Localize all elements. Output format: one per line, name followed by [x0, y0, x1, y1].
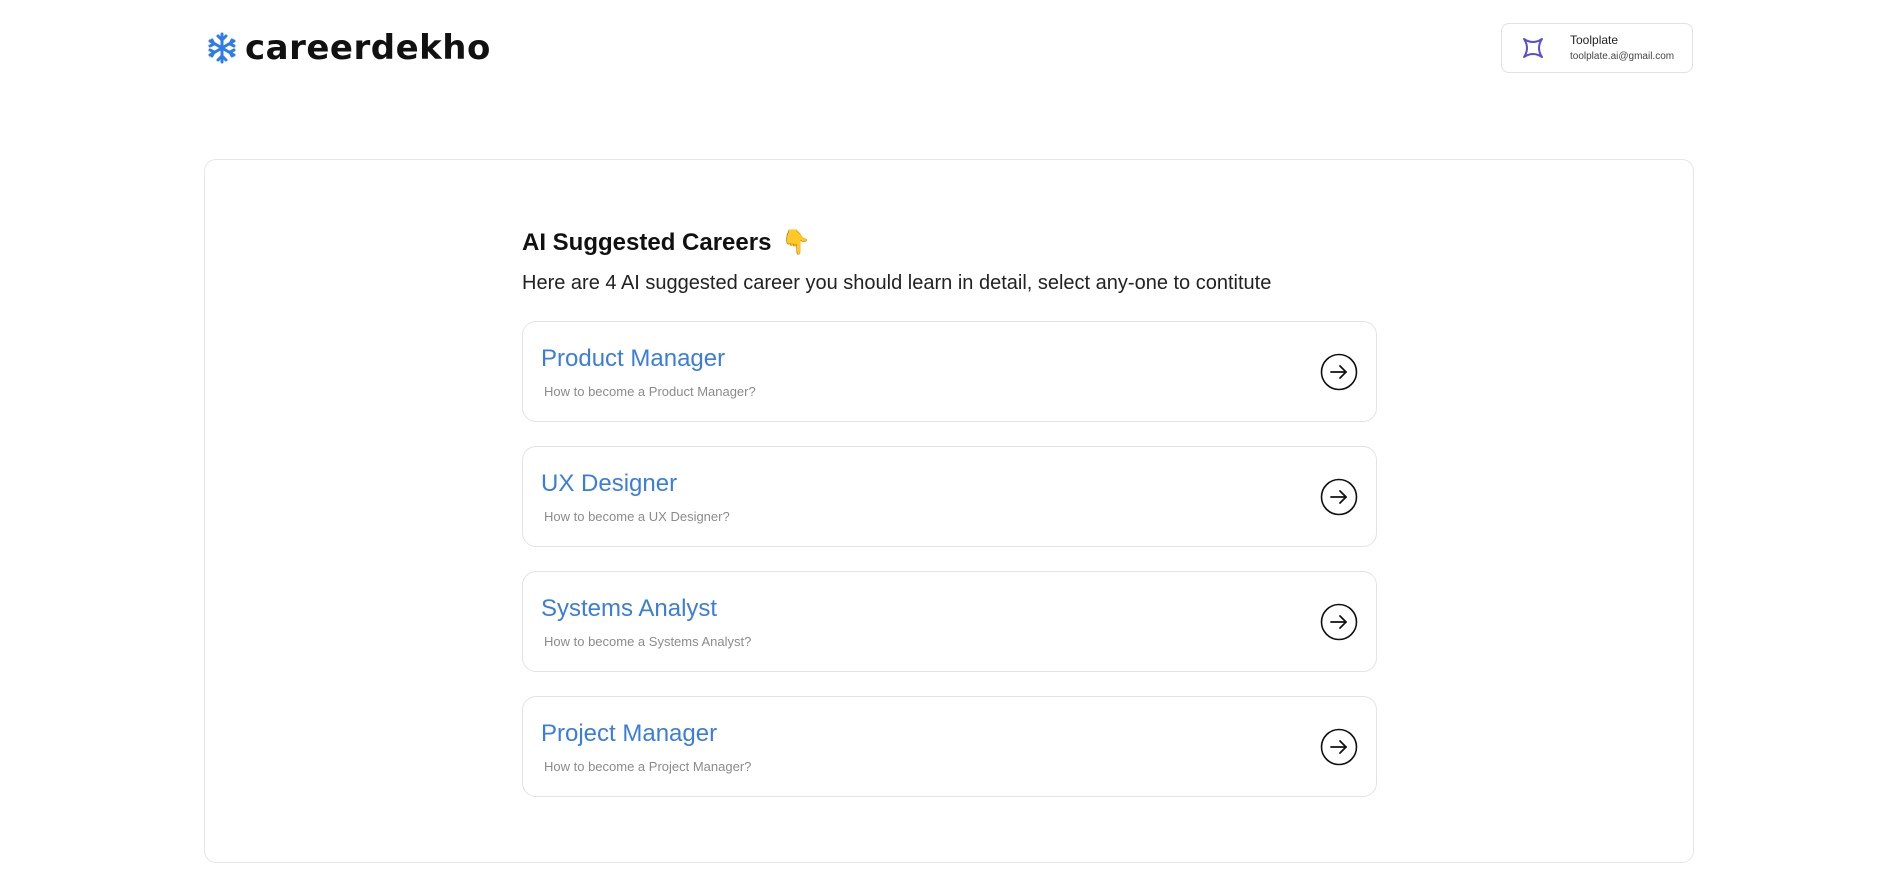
career-subtitle: How to become a Project Manager?: [544, 759, 752, 774]
arrow-right-circle-icon[interactable]: [1320, 478, 1358, 516]
career-title: UX Designer: [541, 470, 678, 497]
logo[interactable]: careerdekho: [205, 28, 491, 68]
page-title-text: AI Suggested Careers: [522, 229, 772, 256]
user-info: Toolplate toolplate.ai@gmail.com: [1570, 33, 1674, 64]
career-title: Project Manager: [541, 720, 718, 747]
user-email: toolplate.ai@gmail.com: [1570, 50, 1675, 62]
career-title: Systems Analyst: [541, 595, 718, 622]
career-title: Product Manager: [541, 345, 726, 372]
career-subtitle: How to become a UX Designer?: [544, 509, 730, 524]
career-list: Product Manager How to become a Product …: [522, 321, 1377, 797]
user-name: Toolplate: [1570, 32, 1619, 47]
page-title: AI Suggested Careers 👇: [522, 228, 1377, 258]
career-card-systems-analyst[interactable]: Systems Analyst How to become a Systems …: [522, 571, 1377, 672]
page-subtitle: Here are 4 AI suggested career you shoul…: [522, 272, 1272, 294]
careers-section: AI Suggested Careers 👇 Here are 4 AI sug…: [522, 228, 1377, 797]
header: careerdekho Toolplate toolplate.ai@gmail…: [0, 0, 1894, 100]
career-card-ux-designer[interactable]: UX Designer How to become a UX Designer?: [522, 446, 1377, 547]
snowflake-icon: [208, 32, 236, 64]
arrow-right-circle-icon[interactable]: [1320, 728, 1358, 766]
arrow-right-circle-icon[interactable]: [1320, 603, 1358, 641]
career-subtitle: How to become a Systems Analyst?: [544, 634, 752, 649]
sparkle-icon: [1523, 38, 1543, 58]
arrow-right-circle-icon[interactable]: [1320, 353, 1358, 391]
logo-text: careerdekho: [245, 28, 491, 68]
pointing-down-emoji-icon: 👇: [781, 229, 812, 256]
career-card-product-manager[interactable]: Product Manager How to become a Product …: [522, 321, 1377, 422]
career-subtitle: How to become a Product Manager?: [544, 384, 756, 399]
user-profile-card[interactable]: Toolplate toolplate.ai@gmail.com: [1501, 23, 1693, 73]
career-card-project-manager[interactable]: Project Manager How to become a Project …: [522, 696, 1377, 797]
